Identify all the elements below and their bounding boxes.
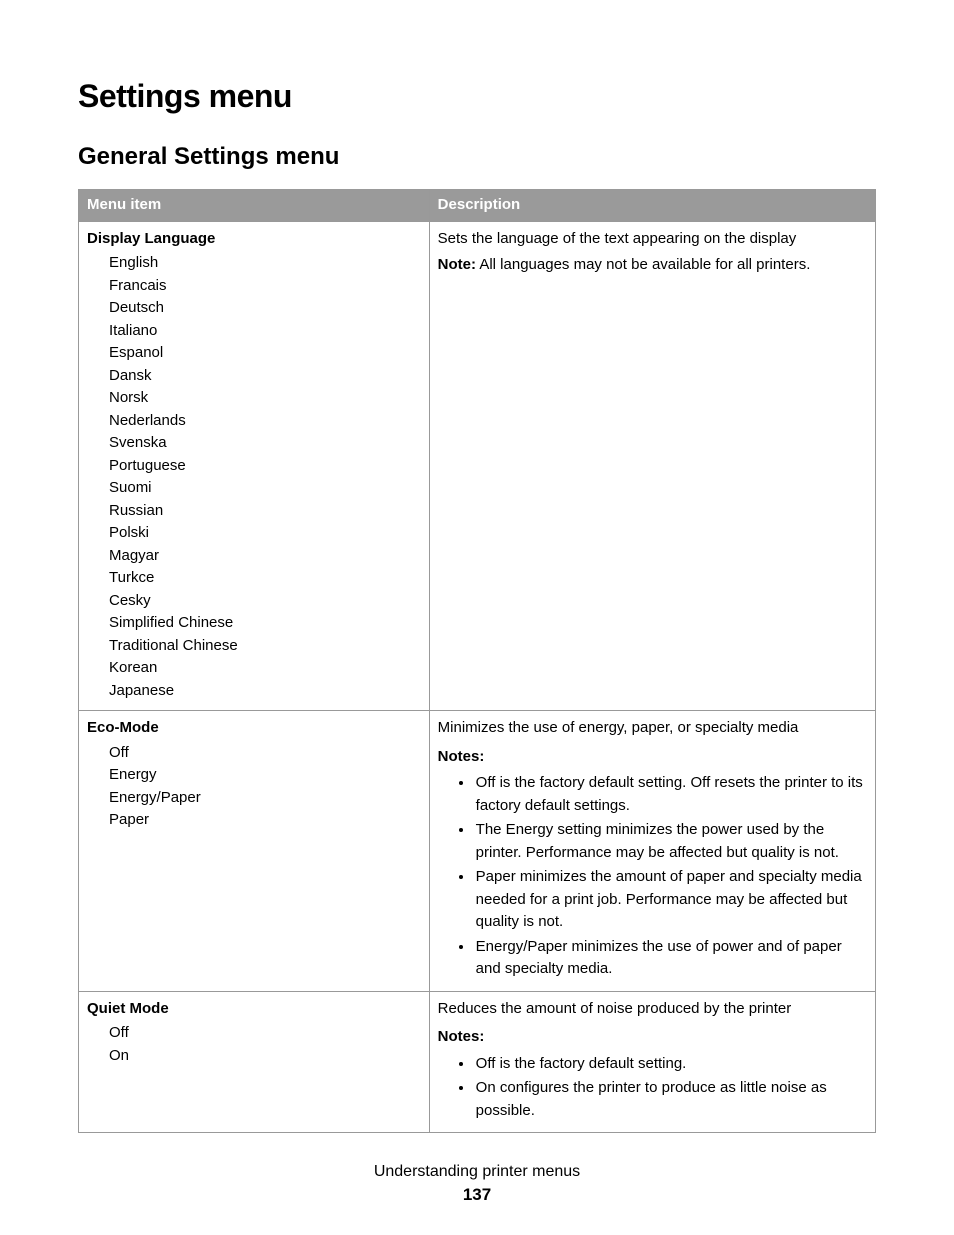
note-item: On configures the printer to produce as …: [474, 1077, 867, 1122]
menu-item-cell: Display Language English Francais Deutsc…: [79, 221, 430, 711]
description-text: Reduces the amount of noise produced by …: [438, 998, 867, 1021]
option: Korean: [109, 657, 421, 680]
section-title: General Settings menu: [78, 143, 876, 171]
note-item: Off is the factory default setting. Off …: [474, 772, 867, 817]
menu-item-cell: Quiet Mode Off On: [79, 991, 430, 1133]
notes-list: Off is the factory default setting. On c…: [438, 1053, 867, 1123]
option: Espanol: [109, 342, 421, 365]
option: Turkce: [109, 567, 421, 590]
document-page: Settings menu General Settings menu Menu…: [0, 0, 954, 1235]
notes-heading: Notes:: [438, 746, 867, 769]
option: Suomi: [109, 477, 421, 500]
option: Traditional Chinese: [109, 635, 421, 658]
notes-heading: Notes:: [438, 1026, 867, 1049]
option: Russian: [109, 500, 421, 523]
note-item: Energy/Paper minimizes the use of power …: [474, 936, 867, 981]
notes-list: Off is the factory default setting. Off …: [438, 772, 867, 981]
item-options: Off Energy Energy/Paper Paper: [87, 742, 421, 832]
option: Cesky: [109, 590, 421, 613]
option: Off: [109, 1022, 421, 1045]
note-item: Off is the factory default setting.: [474, 1053, 867, 1076]
option: Simplified Chinese: [109, 612, 421, 635]
option: Off: [109, 742, 421, 765]
table-row: Eco-Mode Off Energy Energy/Paper Paper M…: [79, 711, 876, 992]
item-name: Display Language: [87, 228, 421, 251]
item-options: English Francais Deutsch Italiano Espano…: [87, 252, 421, 702]
option: Dansk: [109, 365, 421, 388]
footer-section-title: Understanding printer menus: [0, 1163, 954, 1181]
description-text: Sets the language of the text appearing …: [438, 228, 867, 251]
option: Polski: [109, 522, 421, 545]
option: Nederlands: [109, 410, 421, 433]
description-cell: Sets the language of the text appearing …: [429, 221, 875, 711]
note-item: The Energy setting minimizes the power u…: [474, 819, 867, 864]
header-menu-item: Menu item: [79, 190, 430, 222]
option: Deutsch: [109, 297, 421, 320]
settings-table: Menu item Description Display Language E…: [78, 189, 876, 1133]
option: Energy/Paper: [109, 787, 421, 810]
header-description: Description: [429, 190, 875, 222]
note-text: All languages may not be available for a…: [476, 256, 810, 273]
option: Paper: [109, 809, 421, 832]
item-name: Quiet Mode: [87, 998, 421, 1021]
table-row: Display Language English Francais Deutsc…: [79, 221, 876, 711]
description-cell: Reduces the amount of noise produced by …: [429, 991, 875, 1133]
description-note: Note: All languages may not be available…: [438, 254, 867, 277]
option: Portuguese: [109, 455, 421, 478]
description-cell: Minimizes the use of energy, paper, or s…: [429, 711, 875, 992]
page-footer: Understanding printer menus 137: [0, 1163, 954, 1205]
option: Magyar: [109, 545, 421, 568]
note-item: Paper minimizes the amount of paper and …: [474, 866, 867, 934]
option: Svenska: [109, 432, 421, 455]
menu-item-cell: Eco-Mode Off Energy Energy/Paper Paper: [79, 711, 430, 992]
option: English: [109, 252, 421, 275]
option: Francais: [109, 275, 421, 298]
option: Italiano: [109, 320, 421, 343]
item-options: Off On: [87, 1022, 421, 1067]
footer-page-number: 137: [0, 1185, 954, 1205]
page-title: Settings menu: [78, 78, 876, 115]
note-label: Note:: [438, 256, 476, 273]
option: Japanese: [109, 680, 421, 703]
description-text: Minimizes the use of energy, paper, or s…: [438, 717, 867, 740]
option: Energy: [109, 764, 421, 787]
option: On: [109, 1045, 421, 1068]
table-row: Quiet Mode Off On Reduces the amount of …: [79, 991, 876, 1133]
item-name: Eco-Mode: [87, 717, 421, 740]
option: Norsk: [109, 387, 421, 410]
